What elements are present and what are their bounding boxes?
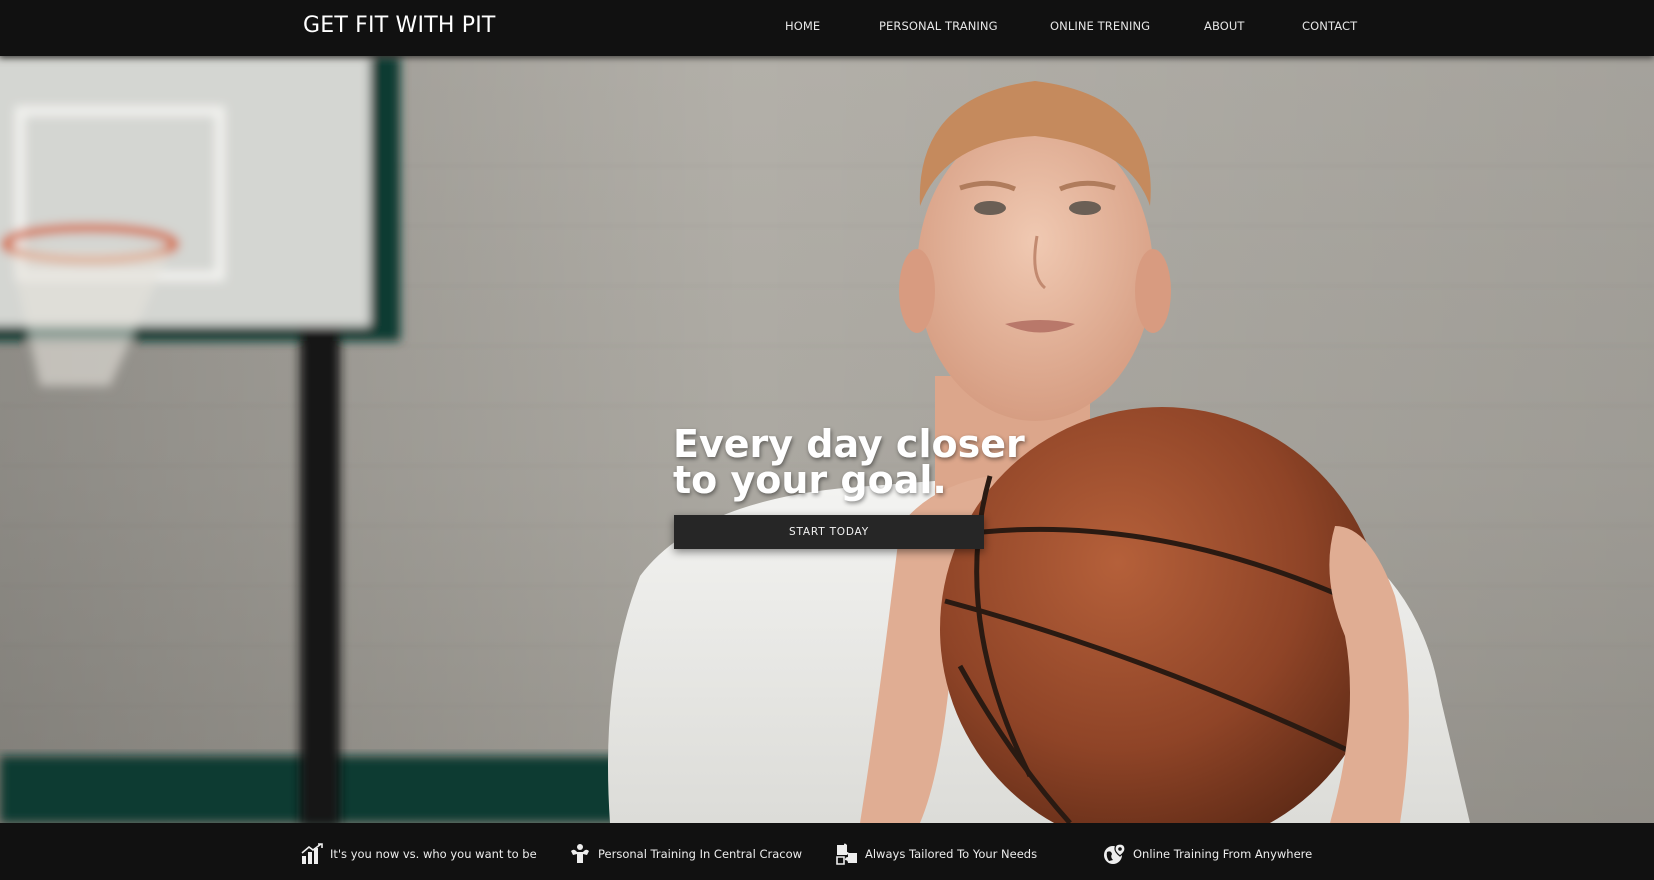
feature-item: Always Tailored To Your Needs xyxy=(835,843,1037,865)
nav-link-online-training[interactable]: ONLINE TRENING xyxy=(1050,19,1150,33)
bar-chart-icon xyxy=(300,843,324,865)
feature-label: Always Tailored To Your Needs xyxy=(865,847,1038,861)
flexing-person-icon xyxy=(568,843,592,865)
top-navigation-bar: GET FIT WITH PIT HOME PERSONAL TRANING O… xyxy=(0,0,1654,56)
puzzle-piece-icon xyxy=(835,843,859,865)
hero-headline-line1: Every day closer xyxy=(673,422,1025,466)
globe-pin-icon xyxy=(1103,843,1127,865)
feature-label: It's you now vs. who you want to be xyxy=(330,847,537,861)
nav-link-personal-training[interactable]: PERSONAL TRANING xyxy=(879,19,998,33)
hero-section: Every day closer to your goal. START TOD… xyxy=(0,56,1654,823)
hero-headline: Every day closer to your goal. xyxy=(673,422,1025,502)
feature-item: Personal Training In Central Cracow xyxy=(568,843,802,865)
feature-item: It's you now vs. who you want to be xyxy=(300,843,537,865)
feature-label: Personal Training In Central Cracow xyxy=(598,847,803,861)
feature-strip: It's you now vs. who you want to be Pers… xyxy=(0,823,1654,880)
feature-label: Online Training From Anywhere xyxy=(1133,847,1313,861)
hero-headline-line2: to your goal. xyxy=(673,458,947,502)
nav-link-home[interactable]: HOME xyxy=(785,19,820,33)
start-today-button[interactable]: START TODAY xyxy=(674,515,984,549)
feature-item: Online Training From Anywhere xyxy=(1103,843,1312,865)
nav-link-contact[interactable]: CONTACT xyxy=(1302,19,1357,33)
nav-link-about[interactable]: ABOUT xyxy=(1204,19,1245,33)
brand-logo-text[interactable]: GET FIT WITH PIT xyxy=(303,13,496,38)
